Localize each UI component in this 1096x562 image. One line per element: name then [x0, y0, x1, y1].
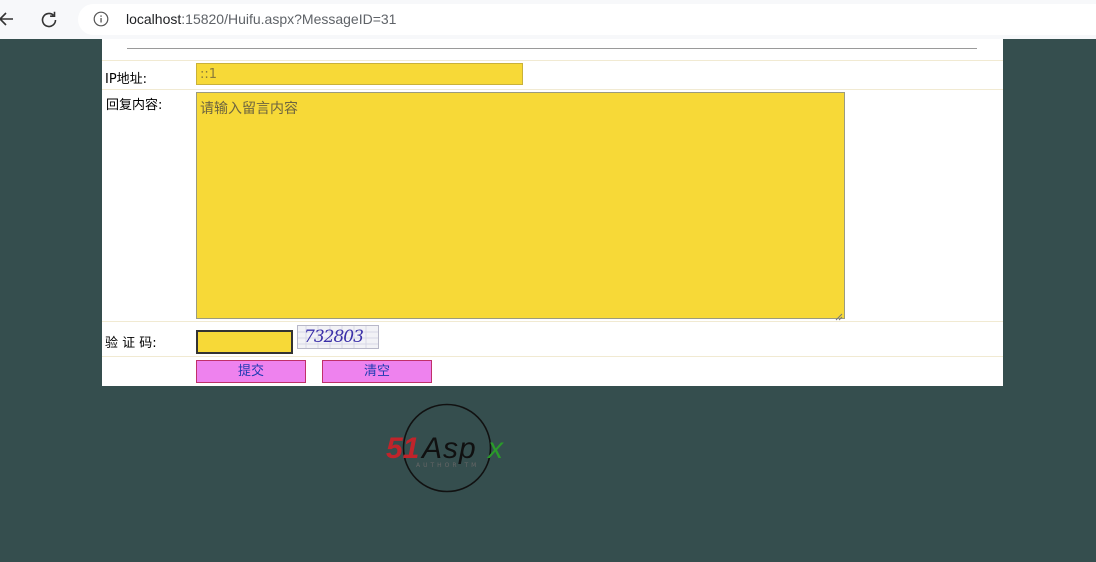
- address-bar[interactable]: localhost:15820/Huifu.aspx?MessageID=31: [78, 4, 1096, 35]
- logo-asp: Asp: [420, 432, 477, 465]
- ip-label: IP地址:: [105, 72, 148, 87]
- row-divider: [102, 89, 1003, 90]
- top-divider: [127, 48, 977, 49]
- captcha-text: 732803: [304, 327, 364, 347]
- url-path: :15820/Huifu.aspx?MessageID=31: [181, 11, 397, 27]
- resize-grip-icon[interactable]: [835, 309, 843, 321]
- captcha-input[interactable]: [196, 330, 293, 354]
- site-info-icon[interactable]: [93, 11, 109, 27]
- reply-placeholder: 请输入留言内容: [200, 101, 298, 117]
- logo-51: 51: [386, 432, 419, 465]
- clear-button[interactable]: 清空: [322, 360, 432, 383]
- reload-icon[interactable]: [38, 9, 60, 31]
- captcha-label: 验 证 码:: [105, 336, 157, 351]
- logo-x: x: [486, 432, 504, 465]
- reply-content-label: 回复内容:: [106, 98, 163, 113]
- site-logo: 51 Asp x AUTHOR TM: [384, 402, 514, 494]
- reply-content-textarea[interactable]: 请输入留言内容: [196, 92, 845, 321]
- logo-tagline: AUTHOR TM: [416, 462, 479, 469]
- row-divider: [102, 356, 1003, 357]
- row-divider: [102, 60, 1003, 61]
- submit-button[interactable]: 提交: [196, 360, 306, 383]
- captcha-image[interactable]: 732803: [297, 325, 379, 349]
- ip-address-field[interactable]: ::1: [196, 63, 523, 85]
- browser-toolbar: localhost:15820/Huifu.aspx?MessageID=31: [0, 0, 1096, 39]
- back-arrow-icon[interactable]: [0, 9, 16, 29]
- url-host: localhost: [126, 11, 182, 27]
- reply-form-panel: IP地址: ::1 回复内容: 请输入留言内容 验 证 码: 732803 提交…: [102, 39, 1003, 386]
- row-divider: [102, 321, 1003, 322]
- url-text: localhost:15820/Huifu.aspx?MessageID=31: [126, 11, 396, 27]
